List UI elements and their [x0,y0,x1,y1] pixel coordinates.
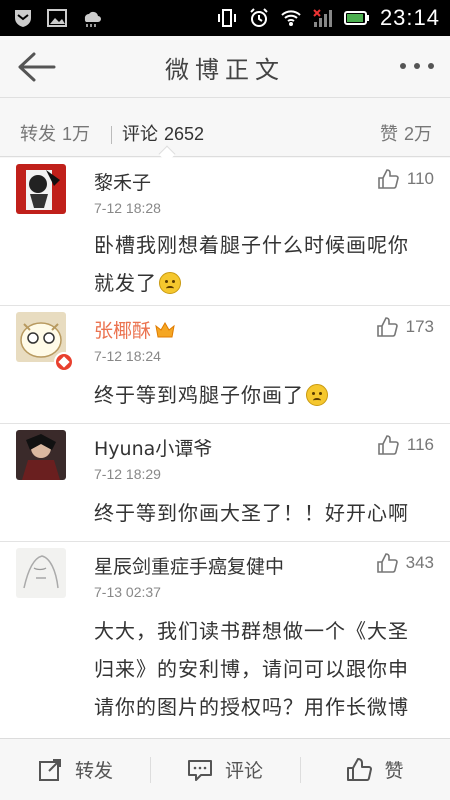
emoji-icon [306,384,328,406]
comment-like-button[interactable]: 173 [376,316,434,338]
alarm-icon [250,8,268,27]
repost-label: 转发 [74,760,113,782]
comment-button[interactable]: 评论 [150,739,300,800]
like-button[interactable]: 赞 [300,739,450,800]
comment-author[interactable]: 星辰剑重症手癌复健中 [94,552,284,579]
repost-icon [38,758,61,781]
avatar[interactable] [16,164,66,214]
comment-time: 7-12 18:24 [94,348,161,364]
verified-badge-icon [54,352,74,372]
avatar[interactable] [16,548,66,598]
comment-item[interactable]: 张椰酥 7-12 18:24 173 终于等到鸡腿子你画了 [0,306,450,424]
wifi-icon [281,10,301,26]
comment-like-button[interactable]: 110 [377,168,434,190]
tab-comment[interactable]: 评论 2652 [122,120,204,146]
comment-like-count: 110 [406,169,434,188]
detail-tabs: 转发 1万 评论 2652 赞 2万 [0,112,450,163]
tab-repost-count: 1万 [62,124,91,144]
tab-like[interactable]: 赞 2万 [380,120,432,146]
comment-time: 7-12 18:28 [94,200,161,216]
comment-text-body: 终于等到鸡腿子你画了 [94,383,304,407]
comment-like-button[interactable]: 116 [377,434,434,456]
comment-time: 7-12 18:29 [94,466,161,482]
comment-text: 终于等到鸡腿子你画了 [94,376,428,414]
vibrate-icon [217,9,236,27]
comment-like-count: 343 [405,553,434,572]
thumbs-up-icon [378,169,399,189]
comment-text: 终于等到你画大圣了！！好开心啊 [94,501,409,525]
battery-icon [343,11,369,25]
tab-comment-label: 评论 [122,124,158,145]
bottom-action-bar: 转发 评论 赞 [0,738,450,800]
avatar[interactable] [16,430,66,480]
comment-author-name: 张椰酥 [94,320,152,342]
thumbs-up-icon [347,757,373,781]
thumbs-up-icon [376,317,398,337]
like-label: 赞 [384,760,404,782]
thumbs-up-icon [376,553,398,573]
tab-like-count: 2万 [403,124,432,144]
status-bar: 23:14 [0,0,450,36]
signal-icon [313,9,332,27]
comment-like-count: 173 [405,317,434,336]
comment-item[interactable]: 星辰剑重症手癌复健中 7-13 02:37 343 大大，我们读书群想做一个《大… [0,542,450,738]
comment-label: 评论 [224,760,263,782]
clock: 23:14 [379,5,440,30]
comment-item[interactable]: Hyuna小谭爷 7-12 18:29 116 终于等到你画大圣了！！好开心啊 [0,424,450,542]
comment-text: 大大，我们读书群想做一个《大圣归来》的安利博，请问可以跟你申请你的图片的授权吗？… [94,619,409,719]
thumbs-up-icon [378,435,399,455]
comment-author[interactable]: 黎禾子 [94,168,151,195]
comment-item[interactable]: 黎禾子 7-12 18:28 110 卧槽我刚想着腿子什么时候画呢你就发了 [0,158,450,306]
tab-comment-count: 2652 [164,124,205,144]
image-icon [47,9,67,27]
comment-time: 7-13 02:37 [94,584,161,600]
title-bar: 微博正文 [0,36,450,98]
comment-author[interactable]: 张椰酥 [94,316,175,343]
more-icon[interactable] [400,60,434,72]
comment-list: 黎禾子 7-12 18:28 110 卧槽我刚想着腿子什么时候画呢你就发了 张椰… [0,158,450,738]
weather-icon [84,11,101,27]
comment-text: 卧槽我刚想着腿子什么时候画呢你就发了 [94,226,428,302]
tab-divider [111,126,112,144]
tab-repost-label: 转发 [20,124,56,145]
comment-like-button[interactable]: 343 [376,552,434,574]
page-title: 微博正文 [165,56,285,84]
shield-icon [15,10,31,27]
repost-button[interactable]: 转发 [0,739,150,800]
comment-author[interactable]: Hyuna小谭爷 [94,434,212,461]
tab-like-label: 赞 [379,124,398,145]
tab-repost[interactable]: 转发 1万 [20,120,90,146]
comment-text-body: 卧槽我刚想着腿子什么时候画呢你就发了 [94,233,409,295]
emoji-icon [159,272,181,294]
comment-icon [187,759,212,781]
member-crown-icon [155,322,175,338]
comment-like-count: 116 [406,435,434,454]
